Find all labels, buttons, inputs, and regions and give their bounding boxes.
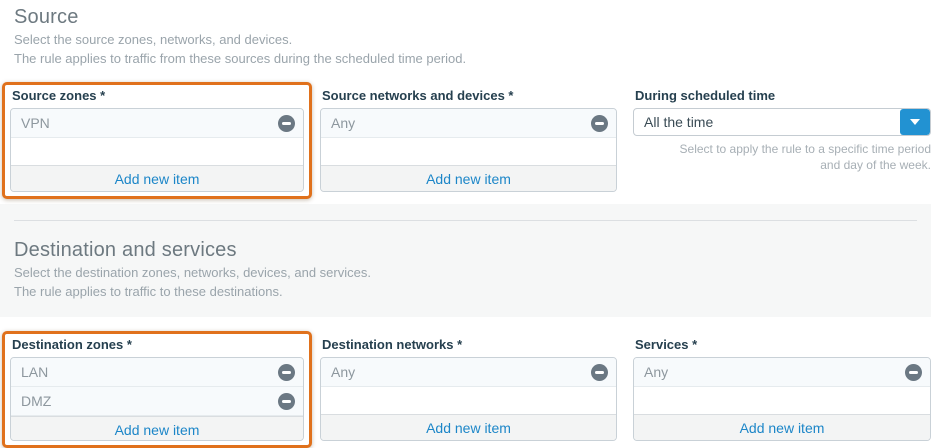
destination-section-description-line1: Select the destination zones, networks, …: [14, 264, 917, 282]
remove-item-icon[interactable]: [278, 115, 295, 132]
destination-zones-listbox: LAN DMZ Add new item: [10, 357, 304, 441]
services-column: Services * Any Add new item: [625, 331, 931, 448]
schedule-help-line1: Select to apply the rule to a specific t…: [633, 141, 931, 157]
list-item-label: VPN: [21, 115, 278, 131]
schedule-help-text: Select to apply the rule to a specific t…: [633, 141, 931, 173]
destination-columns: Destination zones * LAN DMZ Add new item…: [2, 331, 931, 448]
destination-section-title: Destination and services: [14, 237, 917, 263]
services-listbox: Any Add new item: [633, 357, 931, 441]
destination-section-description-line2: The rule applies to traffic to these des…: [14, 283, 917, 301]
list-item: LAN: [11, 358, 303, 387]
add-new-item-link[interactable]: Add new item: [115, 171, 200, 187]
schedule-select-button[interactable]: [900, 109, 930, 135]
source-networks-listbox: Any Add new item: [320, 108, 617, 192]
list-item: Any: [321, 358, 616, 387]
section-divider: [14, 220, 917, 221]
schedule-select[interactable]: All the time: [633, 108, 931, 136]
remove-item-icon[interactable]: [905, 364, 922, 381]
list-item-label: DMZ: [21, 393, 278, 409]
list-item: Any: [634, 358, 930, 387]
source-section-description-line1: Select the source zones, networks, and d…: [14, 31, 917, 49]
source-networks-add-row[interactable]: Add new item: [321, 165, 616, 191]
source-zones-add-row[interactable]: Add new item: [11, 165, 303, 191]
remove-item-icon[interactable]: [278, 393, 295, 410]
list-item-label: Any: [331, 115, 591, 131]
destination-networks-column: Destination networks * Any Add new item: [312, 331, 625, 448]
list-item: DMZ: [11, 387, 303, 416]
source-zones-label: Source zones *: [10, 87, 304, 108]
destination-section-header: Destination and services Select the dest…: [0, 233, 931, 301]
source-networks-label: Source networks and devices *: [320, 87, 617, 108]
listbox-empty-area: [11, 138, 303, 165]
remove-item-icon[interactable]: [591, 364, 608, 381]
source-networks-column: Source networks and devices * Any Add ne…: [312, 82, 625, 199]
listbox-empty-area: [321, 138, 616, 165]
chevron-down-icon: [910, 119, 920, 125]
schedule-label: During scheduled time: [633, 87, 931, 108]
destination-zones-column: Destination zones * LAN DMZ Add new item: [2, 331, 312, 448]
destination-zones-label: Destination zones *: [10, 336, 304, 357]
source-section-title: Source: [14, 4, 917, 30]
add-new-item-link[interactable]: Add new item: [426, 420, 511, 436]
destination-section: Destination zones * LAN DMZ Add new item…: [0, 331, 931, 448]
destination-networks-label: Destination networks *: [320, 336, 617, 357]
schedule-help-line2: and day of the week.: [633, 157, 931, 173]
add-new-item-link[interactable]: Add new item: [740, 420, 825, 436]
services-add-row[interactable]: Add new item: [634, 414, 930, 440]
remove-item-icon[interactable]: [278, 364, 295, 381]
listbox-empty-area: [321, 387, 616, 414]
source-zones-listbox: VPN Add new item: [10, 108, 304, 192]
destination-networks-add-row[interactable]: Add new item: [321, 414, 616, 440]
list-item: VPN: [11, 109, 303, 138]
source-section-description-line2: The rule applies to traffic from these s…: [14, 50, 917, 68]
source-section-header: Source Select the source zones, networks…: [0, 0, 931, 68]
add-new-item-link[interactable]: Add new item: [115, 422, 200, 438]
list-item-label: Any: [331, 364, 591, 380]
destination-zones-add-row[interactable]: Add new item: [11, 416, 303, 441]
source-columns: Source zones * VPN Add new item Source n…: [2, 82, 931, 199]
listbox-empty-area: [634, 387, 930, 414]
schedule-column: During scheduled time All the time Selec…: [625, 82, 931, 180]
add-new-item-link[interactable]: Add new item: [426, 171, 511, 187]
list-item-label: LAN: [21, 364, 278, 380]
source-section: Source Select the source zones, networks…: [0, 0, 931, 199]
remove-item-icon[interactable]: [591, 115, 608, 132]
destination-networks-listbox: Any Add new item: [320, 357, 617, 441]
services-label: Services *: [633, 336, 931, 357]
source-zones-column: Source zones * VPN Add new item: [2, 82, 312, 199]
list-item: Any: [321, 109, 616, 138]
destination-section-band: Destination and services Select the dest…: [0, 204, 931, 317]
list-item-label: Any: [644, 364, 905, 380]
schedule-selected-value: All the time: [634, 109, 900, 135]
